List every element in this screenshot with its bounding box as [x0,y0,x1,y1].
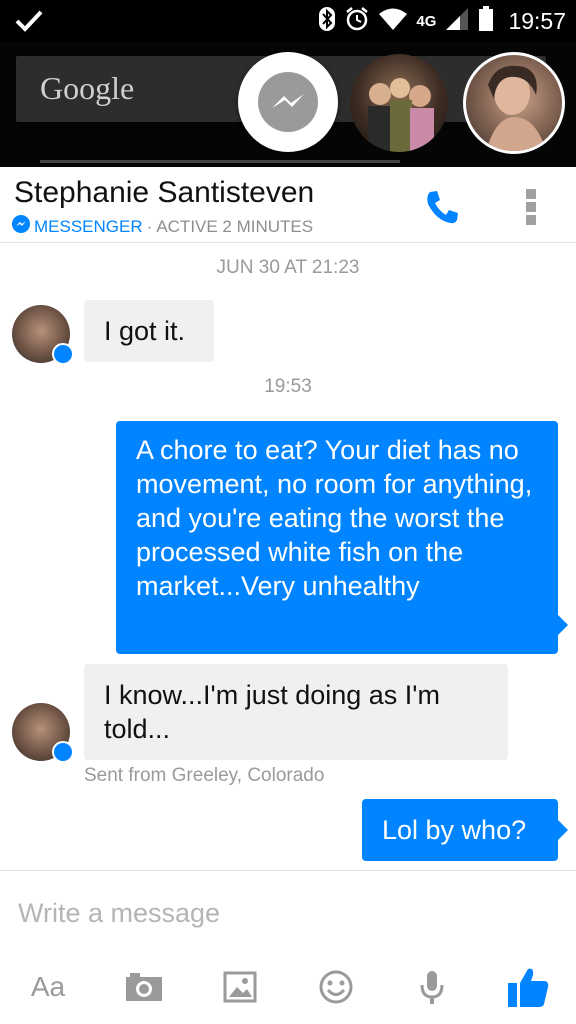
bubble-tail [558,615,568,635]
more-options-button[interactable] [520,187,542,227]
time-stamp: 19:53 [264,376,312,397]
clock: 19:57 [508,7,566,34]
microphone-button[interactable] [408,965,456,1009]
message-outgoing[interactable]: A chore to eat? Your diet has no movemen… [116,421,558,654]
signal-icon [444,7,470,36]
emoji-icon [319,970,353,1004]
conversation-header: Stephanie Santisteven MESSENGER · ACTIVE… [0,167,576,243]
text-tool-button[interactable]: Aa [24,965,72,1009]
like-button[interactable] [504,965,552,1009]
bubble-tail [558,820,568,840]
google-logo: Google [40,70,135,106]
alarm-icon [344,6,370,37]
active-status: ACTIVE 2 MINUTES [156,216,314,236]
gallery-icon [223,971,257,1003]
contact-photo [486,65,546,151]
avatar[interactable] [12,305,74,365]
gallery-button[interactable] [216,965,264,1009]
emoji-button[interactable] [312,965,360,1009]
contact-chathead[interactable] [463,52,565,154]
messenger-badge-icon [52,343,74,365]
call-button[interactable] [422,187,462,227]
composer: Aa [0,870,576,1024]
separator: · [146,216,153,236]
message-list[interactable]: JUN 30 AT 21:23 I got it. 19:53 A chore … [0,243,576,870]
camera-button[interactable] [120,965,168,1009]
app-label: MESSENGER [34,216,143,236]
group-chathead[interactable] [350,54,448,152]
messenger-badge-icon [12,215,30,238]
message-input[interactable] [18,893,558,933]
check-icon [14,8,44,39]
more-vertical-icon [526,189,536,225]
message-incoming[interactable]: I got it. [84,300,214,362]
composer-toolbar: Aa [0,953,576,1019]
text-icon: Aa [30,971,66,1002]
message-incoming[interactable]: I know...I'm just doing as I'm told... [84,664,508,760]
battery-icon [478,5,494,37]
contact-status-line: MESSENGER · ACTIVE 2 MINUTES [12,215,313,238]
camera-icon [126,973,162,1001]
phone-icon [427,191,458,224]
network-type: 4G [416,12,437,30]
messenger-chathead[interactable] [238,52,338,152]
location-note: Sent from Greeley, Colorado [84,765,325,786]
messenger-badge-icon [52,741,74,763]
wifi-icon [378,7,408,36]
bluetooth-icon [318,6,336,37]
contact-name[interactable]: Stephanie Santisteven [14,176,314,210]
date-stamp: JUN 30 AT 21:23 [216,257,360,278]
status-bar: 4G 19:57 [0,0,576,42]
avatar[interactable] [12,703,74,763]
group-photo [368,78,434,152]
home-divider [40,160,400,163]
messenger-icon [258,72,318,132]
like-icon [508,968,549,1007]
microphone-icon [420,971,444,1004]
message-outgoing[interactable]: Lol by who? [362,799,558,861]
